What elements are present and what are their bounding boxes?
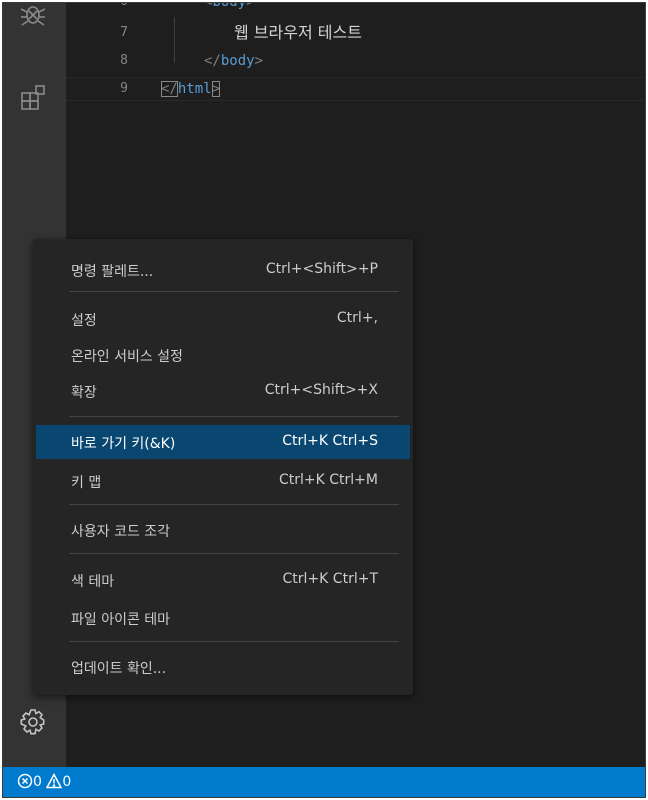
menu-item-label: 색 테마 [71, 574, 115, 590]
menu-item-label: 온라인 서비스 설정 [71, 349, 183, 365]
menu-item-file-icon-theme[interactable]: 파일 아이콘 테마 [36, 601, 410, 635]
menu-item-label: 설정 [71, 313, 97, 329]
menu-item-shortcut: Ctrl+K Ctrl+S [282, 433, 378, 449]
menu-separator [69, 641, 399, 642]
menu-item-user-snippets[interactable]: 사용자 코드 조각 [36, 513, 410, 547]
code-line: 6 <body> [66, 2, 645, 13]
tag-close: > [211, 81, 221, 97]
line-number: 7 [120, 25, 128, 40]
menu-item-extensions[interactable]: 확장 Ctrl+<Shift>+X [36, 374, 410, 408]
warning-count: 0 [62, 774, 72, 790]
menu-item-label: 명령 팔레트... [71, 264, 154, 280]
gear-icon[interactable] [18, 707, 48, 737]
menu-item-shortcut: Ctrl+<Shift>+X [264, 382, 378, 398]
debug-icon[interactable] [18, 3, 48, 29]
menu-item-label: 바로 가기 키(&K) [71, 436, 176, 452]
tag-name: html [177, 81, 212, 97]
menu-separator [69, 553, 399, 554]
menu-item-settings[interactable]: 설정 Ctrl+, [36, 302, 410, 336]
tag-open: </ [204, 53, 221, 69]
code-line: 8 </body> [66, 50, 645, 72]
menu-item-label: 키 맵 [71, 475, 102, 491]
code-text: 웹 브라우저 테스트 [234, 23, 362, 42]
menu-item-shortcut: Ctrl+<Shift>+P [265, 261, 378, 277]
menu-item-label: 확장 [71, 385, 97, 401]
status-bar: 0 0 [3, 767, 645, 797]
menu-item-shortcut: Ctrl+, [336, 310, 378, 326]
settings-context-menu: 명령 팔레트... Ctrl+<Shift>+P 설정 Ctrl+, 온라인 서… [33, 239, 413, 695]
extensions-icon[interactable] [18, 83, 48, 113]
tag-open: </ [161, 81, 178, 97]
menu-item-label: 업데이트 확인... [71, 661, 167, 677]
line-number: 8 [120, 53, 128, 68]
code-line-current: 9 </html> [66, 77, 645, 101]
tag-close: > [254, 53, 264, 69]
vscode-window: 6 <body> 7 웹 브라우저 테스트 8 </body> 9 </html… [2, 2, 646, 798]
line-number: 9 [120, 81, 128, 96]
menu-item-keyboard-shortcuts[interactable]: 바로 가기 키(&K) Ctrl+K Ctrl+S [36, 425, 410, 459]
menu-item-online-services[interactable]: 온라인 서비스 설정 [36, 338, 410, 372]
menu-item-color-theme[interactable]: 색 테마 Ctrl+K Ctrl+T [36, 563, 410, 597]
menu-item-label: 사용자 코드 조각 [71, 524, 171, 540]
menu-item-check-updates[interactable]: 업데이트 확인... [36, 650, 410, 684]
tag-close: > [246, 2, 255, 10]
problems-indicator[interactable]: 0 0 [17, 772, 72, 790]
error-count: 0 [33, 774, 42, 790]
menu-separator [69, 291, 399, 292]
warning-icon [46, 772, 63, 790]
menu-separator [69, 504, 399, 505]
menu-item-shortcut: Ctrl+K Ctrl+M [279, 472, 378, 488]
menu-separator [69, 416, 399, 417]
line-number: 6 [66, 3, 128, 13]
menu-item-shortcut: Ctrl+K Ctrl+T [282, 571, 378, 587]
tag-name: body [220, 53, 255, 69]
menu-item-command-palette[interactable]: 명령 팔레트... Ctrl+<Shift>+P [36, 253, 410, 287]
code-line: 7 웹 브라우저 테스트 [66, 22, 645, 44]
menu-item-keymaps[interactable]: 키 맵 Ctrl+K Ctrl+M [36, 464, 410, 498]
menu-item-label: 파일 아이콘 테마 [71, 612, 171, 628]
tag-name: body [212, 2, 247, 10]
error-icon [17, 773, 33, 790]
